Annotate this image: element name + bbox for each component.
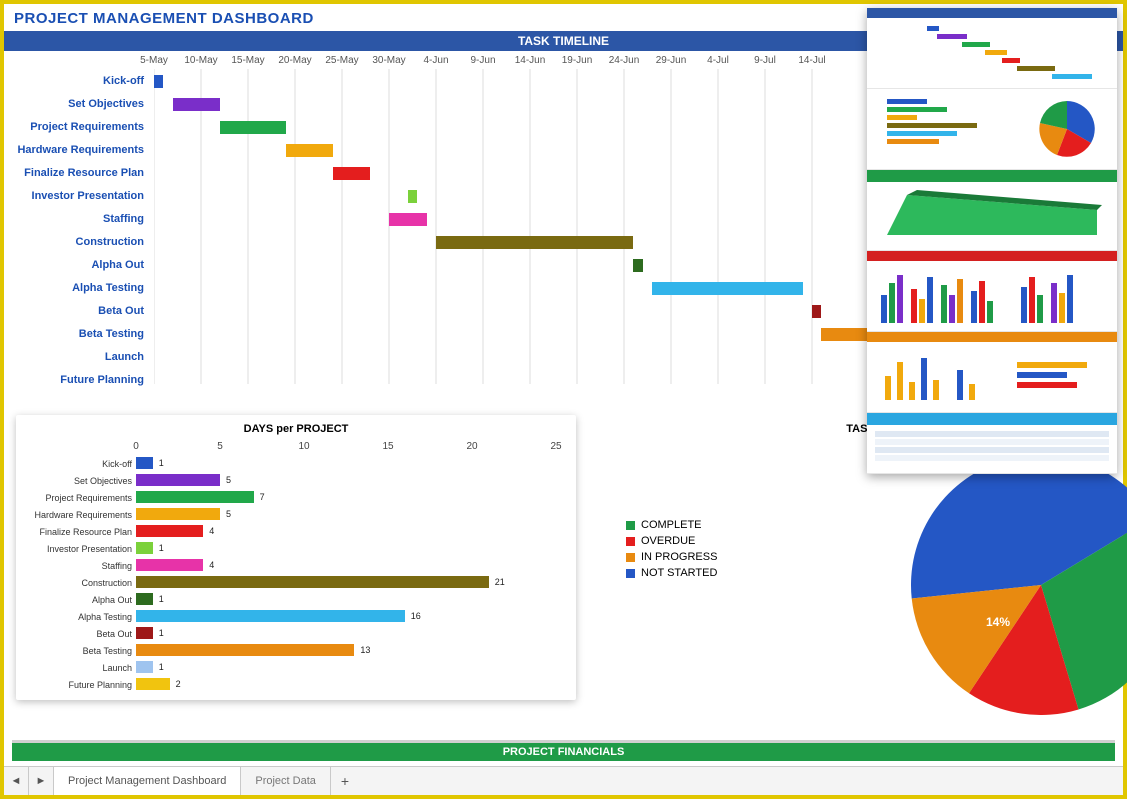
thumb-bars-pie (867, 89, 1117, 170)
project-financials-header: PROJECT FINANCIALS (12, 740, 1115, 761)
gantt-bar[interactable] (652, 282, 802, 295)
gantt-row-label: Project Requirements (4, 121, 150, 133)
gantt-bar[interactable] (812, 305, 821, 318)
status-pie (911, 455, 1127, 715)
days-row-label: Staffing (16, 561, 132, 571)
days-bar[interactable] (136, 559, 203, 571)
days-value: 5 (226, 509, 231, 519)
gantt-row-label: Kick-off (4, 75, 150, 87)
legend-label: OVERDUE (641, 535, 695, 547)
tab-nav-prev[interactable]: ◄ (4, 767, 29, 795)
pie-label: 14% (906, 655, 930, 669)
days-bar[interactable] (136, 491, 254, 503)
days-row-label: Set Objectives (16, 476, 132, 486)
days-chart-title: DAYS per PROJECT (16, 415, 576, 437)
tab-project-data[interactable]: Project Data (241, 767, 331, 795)
days-row-label: Alpha Testing (16, 612, 132, 622)
days-per-project-chart: DAYS per PROJECT 0510152025Kick-off1Set … (16, 415, 576, 700)
days-bar[interactable] (136, 610, 405, 622)
gantt-row-label: Launch (4, 351, 150, 363)
days-bar[interactable] (136, 576, 489, 588)
tab-project-management-dashboard[interactable]: Project Management Dashboard (54, 767, 241, 795)
days-value: 4 (209, 560, 214, 570)
days-bar[interactable] (136, 678, 170, 690)
days-value: 1 (159, 543, 164, 553)
days-row-label: Construction (16, 578, 132, 588)
tab-nav-next[interactable]: ► (29, 767, 54, 795)
gantt-row-label: Future Planning (4, 374, 150, 386)
gantt-bar[interactable] (154, 75, 163, 88)
gantt-row-label: Beta Out (4, 305, 150, 317)
gantt-bar[interactable] (436, 236, 633, 249)
gantt-row-label: Staffing (4, 213, 150, 225)
legend-swatch (626, 537, 635, 546)
gantt-bar[interactable] (286, 144, 333, 157)
gantt-row-label: Beta Testing (4, 328, 150, 340)
gantt-row-label: Construction (4, 236, 150, 248)
days-row-label: Future Planning (16, 680, 132, 690)
tab-add-button[interactable]: + (331, 767, 359, 795)
gantt-bar[interactable] (333, 167, 371, 180)
days-bar[interactable] (136, 474, 220, 486)
days-value: 16 (411, 611, 421, 621)
days-row-label: Hardware Requirements (16, 510, 132, 520)
gantt-row-label: Alpha Testing (4, 282, 150, 294)
gantt-bar[interactable] (173, 98, 220, 111)
legend-swatch (626, 569, 635, 578)
gantt-row-label: Alpha Out (4, 259, 150, 271)
days-row-label: Finalize Resource Plan (16, 527, 132, 537)
gantt-bar[interactable] (633, 259, 642, 272)
thumb-gantt-1 (867, 8, 1117, 89)
days-value: 7 (260, 492, 265, 502)
days-value: 4 (209, 526, 214, 536)
days-value: 5 (226, 475, 231, 485)
days-row-label: Investor Presentation (16, 544, 132, 554)
gantt-bar[interactable] (408, 190, 417, 203)
days-bar[interactable] (136, 457, 153, 469)
days-row-label: Launch (16, 663, 132, 673)
days-bar[interactable] (136, 661, 153, 673)
days-value: 2 (176, 679, 181, 689)
days-bar[interactable] (136, 644, 354, 656)
gantt-bar[interactable] (389, 213, 427, 226)
days-row-label: Alpha Out (16, 595, 132, 605)
days-value: 1 (159, 458, 164, 468)
gantt-row-label: Hardware Requirements (4, 144, 150, 156)
days-value: 21 (495, 577, 505, 587)
thumb-mixed (867, 332, 1117, 413)
pie-label: 43% (846, 530, 870, 544)
gantt-row-label: Finalize Resource Plan (4, 167, 150, 179)
days-value: 1 (159, 662, 164, 672)
legend-label: NOT STARTED (641, 567, 717, 579)
days-row-label: Project Requirements (16, 493, 132, 503)
thumb-table (867, 413, 1117, 474)
status-legend: COMPLETE OVERDUE IN PROGRESS NOT STARTED (626, 515, 717, 583)
legend-label: IN PROGRESS (641, 551, 717, 563)
days-bar[interactable] (136, 542, 153, 554)
pie-label: 14% (986, 615, 1010, 629)
sheet-tab-bar: ◄ ► Project Management Dashboard Project… (4, 766, 1123, 795)
gantt-row-label: Set Objectives (4, 98, 150, 110)
days-value: 1 (159, 628, 164, 638)
preview-thumbnail-strip (867, 8, 1117, 474)
days-row-label: Beta Testing (16, 646, 132, 656)
legend-swatch (626, 521, 635, 530)
gantt-bar[interactable] (220, 121, 286, 134)
days-bar[interactable] (136, 508, 220, 520)
days-bar[interactable] (136, 593, 153, 605)
legend-swatch (626, 553, 635, 562)
days-bar[interactable] (136, 525, 203, 537)
days-value: 1 (159, 594, 164, 604)
gantt-row-label: Investor Presentation (4, 190, 150, 202)
days-bar[interactable] (136, 627, 153, 639)
days-row-label: Beta Out (16, 629, 132, 639)
days-value: 13 (360, 645, 370, 655)
thumb-columns (867, 251, 1117, 332)
thumb-3d-green (867, 170, 1117, 251)
legend-label: COMPLETE (641, 519, 702, 531)
days-row-label: Kick-off (16, 459, 132, 469)
